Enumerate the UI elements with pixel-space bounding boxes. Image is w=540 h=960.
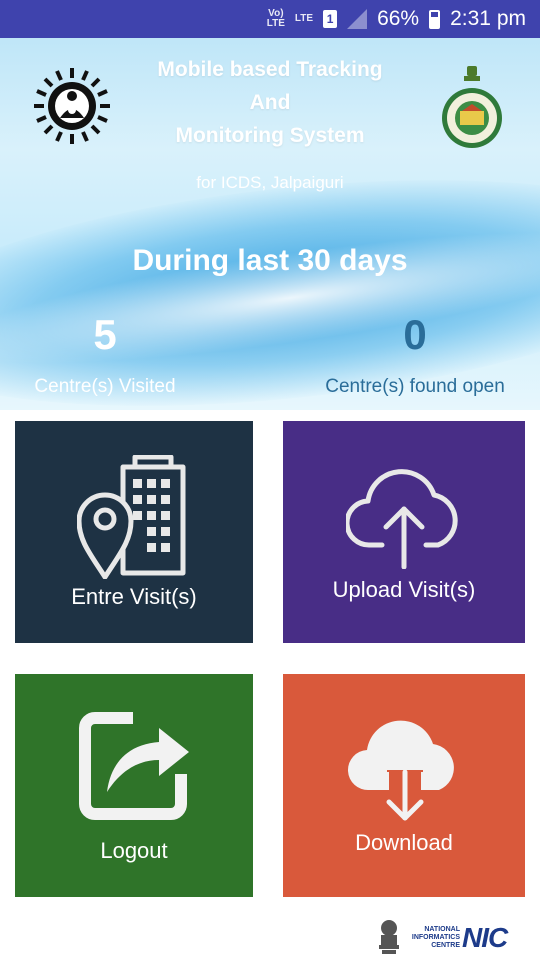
visited-label: Centre(s) Visited [34,376,176,397]
status-bar: Vo) LTE LTE 1 66% 2:31 pm [0,0,540,38]
clock: 2:31 pm [450,7,526,30]
open-label: Centre(s) found open [325,376,505,397]
upload-visit-button[interactable]: Upload Visit(s) [283,421,525,643]
sim-icon: 1 [323,10,338,28]
title-line-1: Mobile based Tracking [157,58,383,81]
national-emblem-icon [379,920,399,954]
location-building-icon [77,455,186,579]
nic-line-2: INFORMATICS [411,934,460,941]
west-bengal-emblem [442,66,502,148]
title-line-3: Monitoring System [175,124,365,147]
nic-line-3: CENTRE [431,942,460,949]
title-line-2: And [249,91,291,114]
download-label: Download [355,830,453,855]
header-banner: Mobile based Tracking And Monitoring Sys… [0,38,540,410]
icds-logo [34,68,110,144]
signal-icon [347,9,368,29]
nic-line-1: NATIONAL [424,926,460,933]
share-exit-icon [79,712,189,820]
enter-visit-button[interactable]: Entre Visit(s) [15,421,253,643]
download-button[interactable]: Download [283,674,525,897]
battery-icon [429,9,441,29]
battery-percent: 66% [377,7,420,30]
visited-count: 5 [93,311,117,358]
volte-icon: Vo) LTE [266,8,285,29]
logout-button[interactable]: Logout [15,674,253,897]
cloud-upload-icon [346,469,458,569]
lte-icon: LTE [294,13,314,24]
nic-logo: NATIONAL INFORMATICS CENTRE NIC [376,918,526,956]
logout-label: Logout [100,838,168,863]
period-heading: During last 30 days [132,244,408,277]
subtitle: for ICDS, Jalpaiguri [196,173,344,192]
cloud-download-icon [347,720,454,821]
upload-visit-label: Upload Visit(s) [332,577,476,602]
nic-mark: NIC [462,922,508,953]
enter-visit-label: Entre Visit(s) [71,584,197,609]
open-count: 0 [403,311,427,358]
